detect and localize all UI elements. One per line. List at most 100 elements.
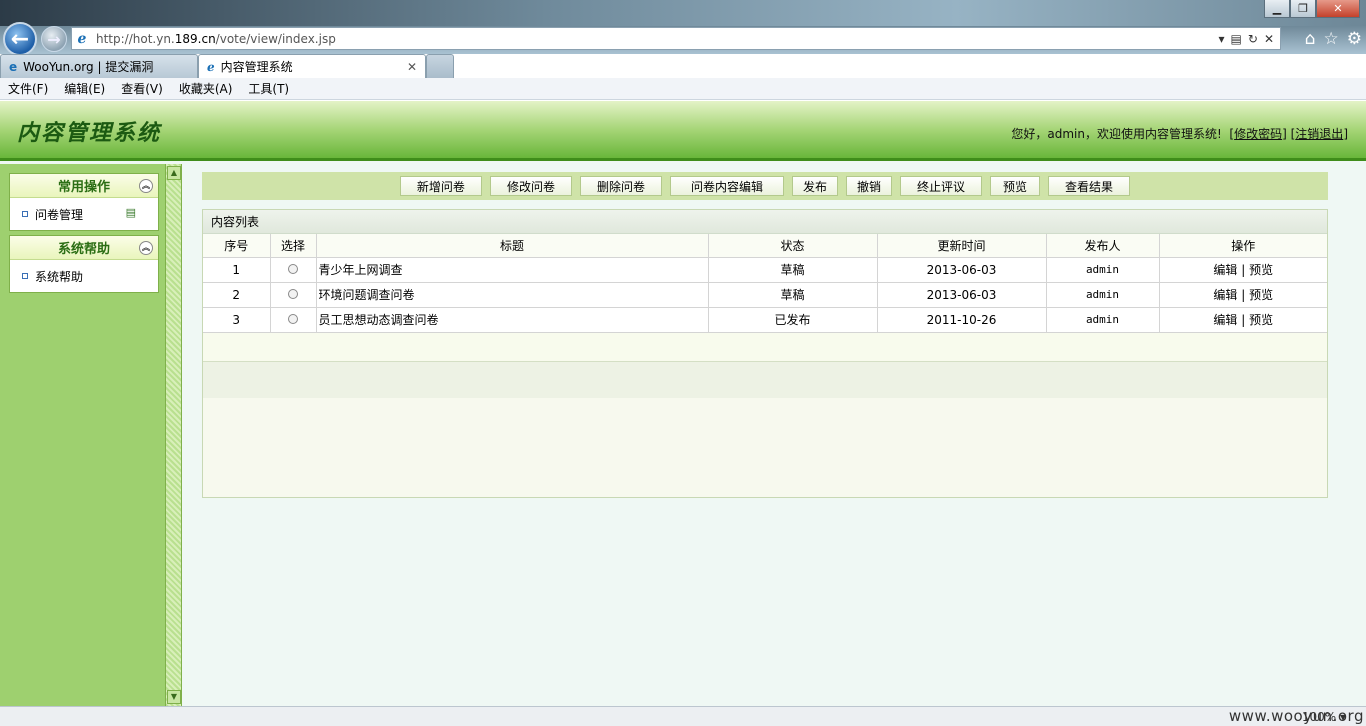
titlebar-background [0,0,1366,26]
panel-title: 系统帮助 [57,242,110,257]
address-bar[interactable]: ℯ http://hot.yn.189.cn/vote/view/index.j… [71,27,1281,50]
welcome-text: 您好，admin，欢迎使用内容管理系统! [1011,127,1222,141]
collapse-icon[interactable]: ︽ [139,241,153,255]
site-favicon-icon: ℯ [207,59,215,74]
watermark: www.wooyun.org [1228,707,1364,725]
compat-view-icon[interactable]: ▤ [1231,32,1242,46]
sidebar-item-survey-management[interactable]: 问卷管理 ▤ [10,198,158,230]
column-header-status: 状态 [708,234,878,258]
dropdown-icon[interactable]: ▾ [1219,32,1225,46]
close-window-icon[interactable]: ✕ [1316,0,1360,18]
cell-publisher: admin [1046,257,1160,283]
collapse-icon[interactable]: ︽ [139,179,153,193]
publish-button[interactable]: 发布 [791,176,838,196]
forward-arrow-icon: → [47,29,61,49]
cell-updated: 2013-06-03 [877,257,1047,283]
preview-link[interactable]: 预览 [1249,288,1273,302]
edit-link[interactable]: 编辑 [1213,288,1237,302]
browser-tool-icons: ⌂ ☆ ⚙ [1305,29,1362,49]
cell-no: 3 [203,307,271,333]
settings-gear-icon[interactable]: ⚙ [1347,29,1362,49]
table-row: 2 环境问题调查问卷 草稿 2013-06-03 admin 编辑 | 预览 [203,282,1327,308]
cell-no: 2 [203,282,271,308]
tab-close-icon[interactable]: ✕ [407,60,417,74]
menu-file[interactable]: 文件(F) [0,80,56,97]
column-header-no: 序号 [203,234,271,258]
page-content: 内容管理系统 您好，admin，欢迎使用内容管理系统! [修改密码] [注销退出… [0,101,1366,706]
menu-view[interactable]: 查看(V) [113,80,171,97]
logout-link[interactable]: 注销退出 [1295,127,1343,141]
panel-header: 常用操作 ︽ [10,174,158,198]
edit-document-icon: ▤ [125,206,136,219]
menu-bar: 文件(F) 编辑(E) 查看(V) 收藏夹(A) 工具(T) [0,78,1366,100]
tab-label: 内容管理系统 [220,60,293,74]
maximize-icon[interactable]: ❐ [1290,0,1316,18]
sidebar-item-system-help[interactable]: 系统帮助 [10,260,158,292]
action-separator: | [1241,313,1246,327]
home-icon[interactable]: ⌂ [1305,29,1316,49]
revoke-button[interactable]: 撤销 [846,176,893,196]
cell-no: 1 [203,257,271,283]
panel-header: 系统帮助 ︽ [10,236,158,260]
bullet-icon [22,211,28,217]
tab-wooyun[interactable]: e WooYun.org | 提交漏洞 [0,54,198,78]
stop-icon[interactable]: ✕ [1264,32,1274,46]
list-title: 内容列表 [203,210,1327,234]
site-favicon-icon: ℯ [77,30,87,47]
favorites-star-icon[interactable]: ☆ [1324,29,1339,49]
cell-title: 环境问题调查问卷 [316,282,709,308]
welcome-area: 您好，admin，欢迎使用内容管理系统! [修改密码] [注销退出] [1011,127,1348,141]
refresh-icon[interactable]: ↻ [1248,32,1258,46]
preview-link[interactable]: 预览 [1249,313,1273,327]
cell-actions: 编辑 | 预览 [1159,282,1327,308]
scroll-up-icon[interactable]: ▲ [167,166,181,180]
window-controls: ▁ ❐ ✕ [1264,0,1360,18]
scroll-down-icon[interactable]: ▼ [167,690,181,704]
menu-tools[interactable]: 工具(T) [240,80,297,97]
view-results-button[interactable]: 查看结果 [1048,176,1131,196]
select-radio[interactable] [288,313,298,324]
cell-select [270,307,317,333]
column-header-updated: 更新时间 [877,234,1047,258]
action-separator: | [1241,288,1246,302]
edit-link[interactable]: 编辑 [1213,263,1237,277]
address-url[interactable]: http://hot.yn.189.cn/vote/view/index.jsp [92,32,1219,46]
cell-select [270,257,317,283]
back-button[interactable]: ← [3,22,37,56]
delete-survey-button[interactable]: 删除问卷 [579,176,662,196]
column-header-publisher: 发布人 [1046,234,1160,258]
menu-favorites[interactable]: 收藏夹(A) [171,80,241,97]
modify-survey-button[interactable]: 修改问卷 [489,176,572,196]
edit-survey-content-button[interactable]: 问卷内容编辑 [669,176,784,196]
cell-publisher: admin [1046,307,1160,333]
sidebar-splitter[interactable]: ▲ ▼ [165,164,182,706]
forward-button[interactable]: → [41,26,67,52]
sidebar: 常用操作 ︽ 问卷管理 ▤ 系统帮助 ︽ 系统帮助 [0,164,165,706]
action-toolbar: 新增问卷 修改问卷 删除问卷 问卷内容编辑 发布 撤销 终止评议 预览 查看结果 [202,172,1328,200]
preview-link[interactable]: 预览 [1249,263,1273,277]
preview-button[interactable]: 预览 [990,176,1041,196]
select-radio[interactable] [288,288,298,299]
bullet-icon [22,273,28,279]
minimize-icon[interactable]: ▁ [1264,0,1290,18]
edit-link[interactable]: 编辑 [1213,313,1237,327]
sidebar-item-label: 问卷管理 [35,207,84,222]
system-title: 内容管理系统 [17,120,162,146]
new-tab-button[interactable] [426,54,454,78]
menu-edit[interactable]: 编辑(E) [56,80,113,97]
change-password-link[interactable]: 修改密码 [1234,127,1282,141]
ie-icon: e [9,59,18,74]
cell-publisher: admin [1046,282,1160,308]
tab-cms[interactable]: ℯ 内容管理系统 ✕ [198,54,426,78]
column-header-select: 选择 [270,234,317,258]
column-header-title: 标题 [316,234,709,258]
back-arrow-icon: ← [10,26,30,52]
column-header-actions: 操作 [1159,234,1327,258]
terminate-review-button[interactable]: 终止评议 [900,176,983,196]
cell-title: 员工思想动态调查问卷 [316,307,709,333]
cell-actions: 编辑 | 预览 [1159,257,1327,283]
cell-updated: 2013-06-03 [877,282,1047,308]
add-survey-button[interactable]: 新增问卷 [399,176,482,196]
browser-tabs: e WooYun.org | 提交漏洞 ℯ 内容管理系统 ✕ [0,54,1366,78]
select-radio[interactable] [288,263,298,274]
